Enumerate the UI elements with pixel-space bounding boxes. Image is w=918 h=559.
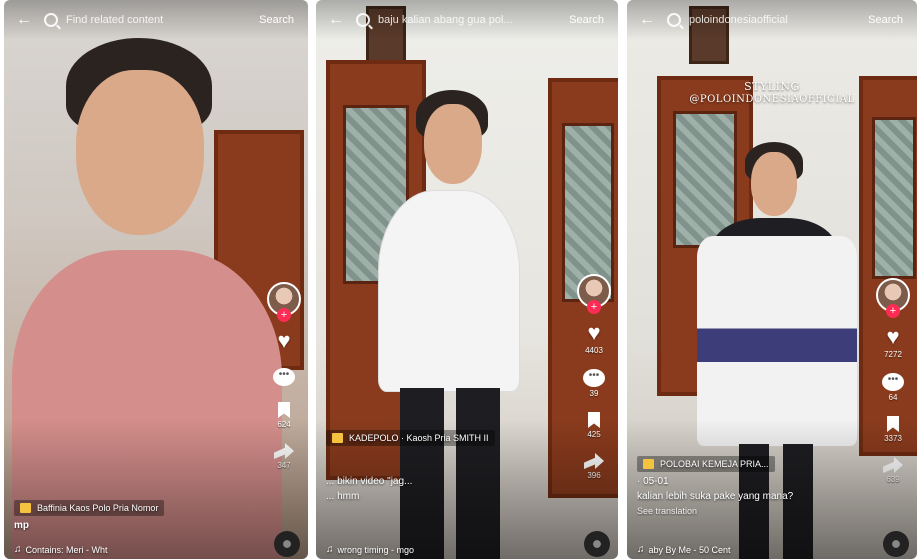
shopping-bag-icon bbox=[332, 433, 343, 443]
search-input[interactable]: Find related content bbox=[44, 8, 251, 32]
search-text: baju kalian abang gua pol... bbox=[378, 14, 513, 26]
caption-area: Baffinia Kaos Polo Pria Nomor mp bbox=[14, 500, 258, 531]
music-title: aby By Me - 50 Cent bbox=[648, 544, 731, 555]
caption-area: KADEPOLO · Kaosh Pria SMITH II ... bikin… bbox=[326, 430, 568, 502]
comment-icon: ••• bbox=[273, 368, 295, 386]
caption-user[interactable]: · 05-01 bbox=[637, 476, 867, 487]
comment-count: 39 bbox=[589, 389, 599, 398]
product-link[interactable]: Baffinia Kaos Polo Pria Nomor bbox=[14, 500, 165, 516]
video-overlay-subtitle: @POLOINDONESIAOFFICIAL bbox=[689, 94, 855, 105]
music-info[interactable]: ♫ aby By Me - 50 Cent bbox=[637, 544, 731, 555]
like-button[interactable]: ♥ 4403 bbox=[585, 320, 603, 356]
like-count: 7272 bbox=[884, 350, 902, 359]
product-link[interactable]: POLOBAI KEMEJA PRIA... bbox=[637, 456, 775, 472]
arrow-left-icon[interactable]: ← bbox=[16, 11, 36, 29]
like-button[interactable]: ♥ bbox=[277, 330, 290, 354]
heart-icon: ♥ bbox=[587, 320, 601, 345]
search-input[interactable]: baju kalian abang gua pol... bbox=[356, 8, 561, 32]
arrow-left-icon[interactable]: ← bbox=[328, 11, 348, 29]
caption-line: ... hmm bbox=[326, 491, 360, 502]
comment-button[interactable]: ••• 64 bbox=[882, 373, 904, 402]
top-search-bar: ← Find related content Search bbox=[4, 0, 308, 40]
music-info[interactable]: ♫ wrong timing - mgo bbox=[326, 544, 414, 555]
video-panel-3[interactable]: ← poloindonesiaofficial Search STYLING @… bbox=[627, 0, 917, 559]
caption-line: ... bikin video "jag... bbox=[326, 476, 413, 487]
comment-icon: ••• bbox=[583, 369, 605, 387]
heart-icon: ♥ bbox=[886, 324, 900, 349]
search-text: Find related content bbox=[66, 14, 164, 26]
product-name: Baffinia Kaos Polo Pria Nomor bbox=[37, 503, 159, 513]
creator-avatar[interactable]: + bbox=[577, 274, 611, 314]
music-info[interactable]: ♫ Contains: Meri - Wht bbox=[14, 544, 108, 555]
video-overlay-title: STYLING bbox=[744, 80, 800, 93]
search-icon bbox=[667, 13, 681, 27]
creator-avatar[interactable]: + bbox=[876, 278, 910, 318]
music-note-icon: ♫ bbox=[326, 544, 334, 555]
product-name: POLOBAI KEMEJA PRIA... bbox=[660, 459, 769, 469]
shopping-bag-icon bbox=[20, 503, 31, 513]
product-name: KADEPOLO · Kaosh Pria SMITH II bbox=[349, 433, 489, 443]
video-panel-2[interactable]: ← baju kalian abang gua pol... Search + … bbox=[316, 0, 618, 559]
caption-area: POLOBAI KEMEJA PRIA... · 05-01 kalian le… bbox=[637, 456, 867, 516]
comment-button[interactable]: ••• 39 bbox=[583, 369, 605, 398]
like-button[interactable]: ♥ 7272 bbox=[884, 324, 902, 360]
search-input[interactable]: poloindonesiaofficial bbox=[667, 8, 860, 32]
top-search-bar: ← baju kalian abang gua pol... Search bbox=[316, 0, 618, 40]
bookmark-icon bbox=[277, 402, 290, 418]
comment-icon: ••• bbox=[882, 373, 904, 391]
arrow-left-icon[interactable]: ← bbox=[639, 11, 659, 29]
heart-icon: ♥ bbox=[277, 328, 291, 353]
bottom-gradient bbox=[4, 419, 308, 559]
caption-user[interactable]: mp bbox=[14, 520, 258, 531]
caption-line: kalian lebih suka pake yang mana? bbox=[637, 491, 794, 502]
search-button[interactable]: Search bbox=[868, 14, 903, 26]
music-title: wrong timing - mgo bbox=[337, 544, 415, 555]
search-button[interactable]: Search bbox=[569, 14, 604, 26]
shopping-bag-icon bbox=[643, 459, 654, 469]
product-link[interactable]: KADEPOLO · Kaosh Pria SMITH II bbox=[326, 430, 495, 446]
comment-count: 64 bbox=[888, 393, 898, 402]
music-note-icon: ♫ bbox=[637, 544, 645, 555]
search-text: poloindonesiaofficial bbox=[689, 14, 788, 26]
video-panel-1[interactable]: ← Find related content Search + ♥ ••• 62… bbox=[4, 0, 308, 559]
see-translation-link[interactable]: See translation bbox=[637, 506, 867, 516]
music-disc[interactable] bbox=[883, 531, 909, 557]
plus-icon[interactable]: + bbox=[587, 300, 601, 314]
top-search-bar: ← poloindonesiaofficial Search bbox=[627, 0, 917, 40]
plus-icon[interactable]: + bbox=[886, 304, 900, 318]
plus-icon[interactable]: + bbox=[277, 308, 291, 322]
search-icon bbox=[44, 13, 58, 27]
music-title: Contains: Meri - Wht bbox=[25, 544, 108, 555]
music-disc[interactable] bbox=[274, 531, 300, 557]
music-note-icon: ♫ bbox=[14, 544, 22, 555]
search-button[interactable]: Search bbox=[259, 14, 294, 26]
search-icon bbox=[356, 13, 370, 27]
creator-avatar[interactable]: + bbox=[267, 282, 301, 322]
like-count: 4403 bbox=[585, 346, 603, 355]
music-disc[interactable] bbox=[584, 531, 610, 557]
comment-button[interactable]: ••• bbox=[273, 368, 295, 388]
